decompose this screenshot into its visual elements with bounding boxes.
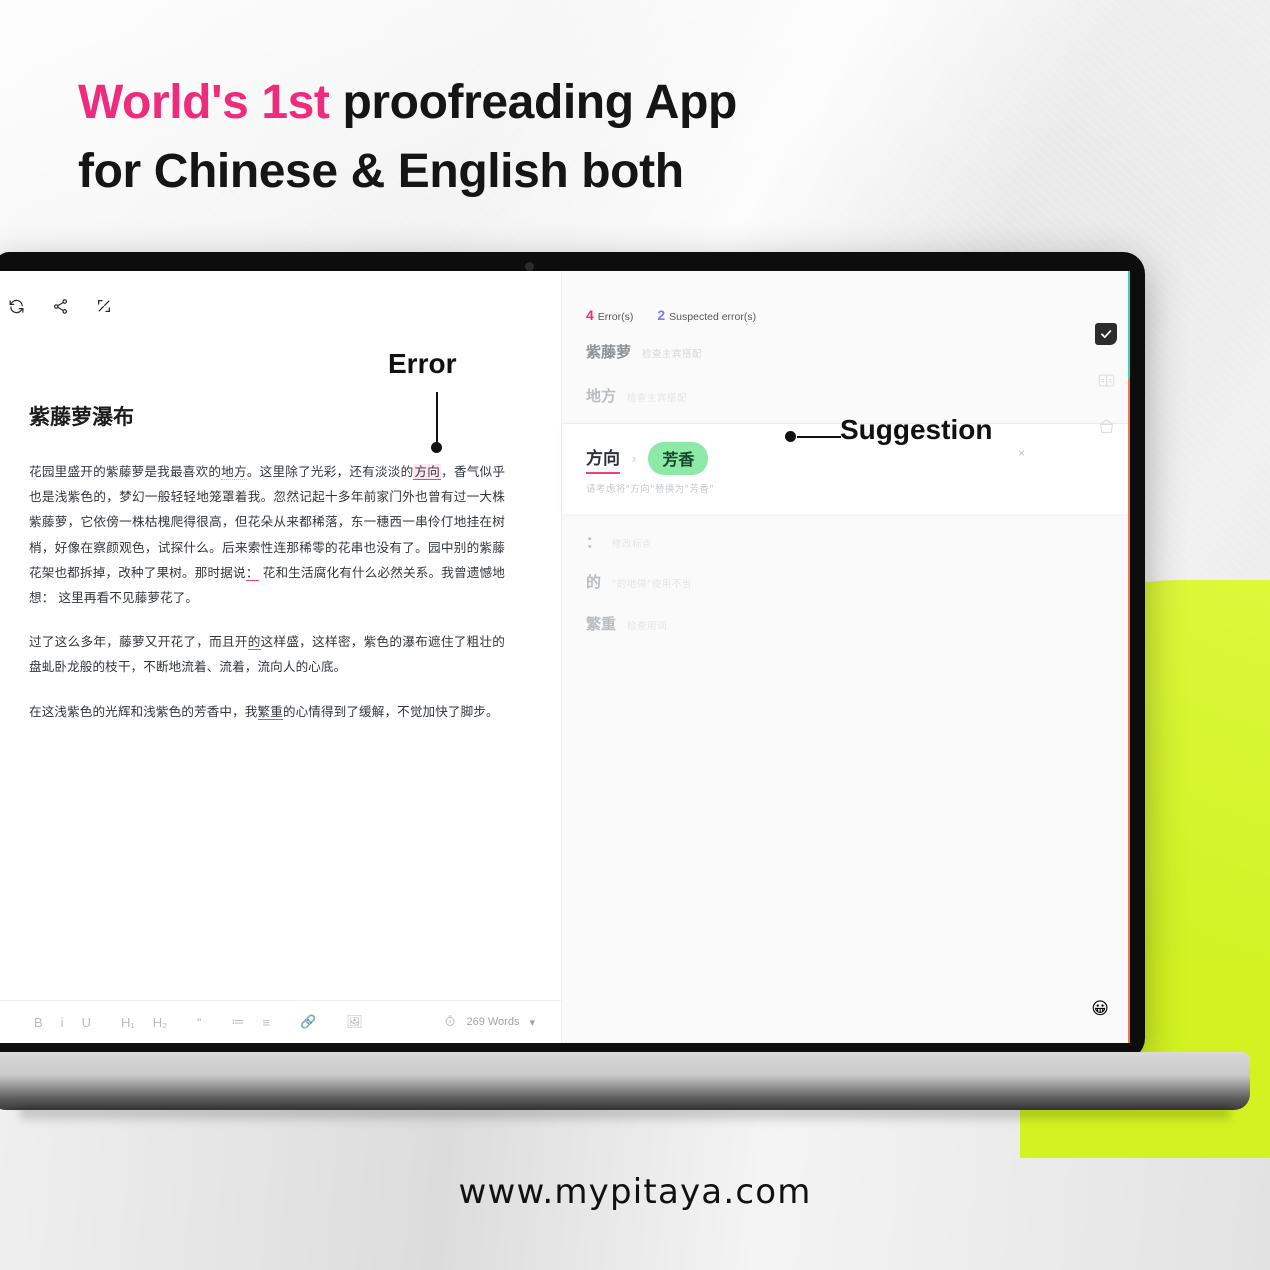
share-icon[interactable] [47,293,73,319]
laptop-base [0,1052,1250,1110]
suspected-count: 2 Suspected error(s) [657,307,756,323]
headline: World's 1st proofreading App for Chinese… [78,68,858,206]
document-title: 紫藤萝瀑布 [29,405,134,429]
headline-line-2: for Chinese & English both [78,145,684,199]
bold-button[interactable]: B [25,1011,52,1033]
error-count: 4 Error(s) [586,307,633,323]
emoji-feedback-icon[interactable]: 😀 [1091,999,1109,1019]
text-run: 花园里盛开的紫藤萝是我最喜欢的 [29,464,222,479]
chevron-right-icon: › [632,451,637,466]
text-run: 。这里除了光彩，还有淡淡的 [246,464,414,479]
chevron-down-icon[interactable]: ▾ [529,1016,535,1029]
close-icon[interactable]: × [1018,446,1025,460]
format-toolbar: Bi U H₁ H₂ “ ≔ ≡ 🔗 🖼 [25,1011,372,1033]
compare-split-icon[interactable] [1095,369,1117,391]
original-word: 方向 [586,444,620,474]
issue-desc: 检查主宾搭配 [642,349,703,360]
callout-suggestion-line [797,436,841,438]
issue-word: ： [586,533,602,551]
italic-button[interactable]: i [52,1011,73,1033]
issue-item[interactable]: 的 "的地得"使用不当 [586,571,692,592]
callout-error: Error [388,348,457,453]
error-count-number: 4 [586,307,594,323]
ordered-list-button[interactable]: ≔ [223,1011,254,1033]
quote-button[interactable]: “ [188,1011,210,1033]
error-underline[interactable]: ： [245,564,259,581]
underline-button[interactable]: U [73,1011,100,1033]
suspected-count-label: Suspected error(s) [669,311,757,323]
error-count-label: Error(s) [597,311,634,323]
suggestion-chip[interactable]: 芳香 [648,442,709,475]
callout-error-dot [431,442,442,453]
editor-bottom-toolbar: Bi U H₁ H₂ “ ≔ ≡ 🔗 🖼 269 Words ▾ [0,1000,561,1043]
callout-suggestion-dot [785,431,796,442]
heading2-button[interactable]: H₂ [144,1011,176,1033]
issue-desc: "的地得"使用不当 [612,579,692,590]
issue-word: 地方 [586,387,617,405]
issue-word: 的 [586,573,602,591]
callout-suggestion-label: Suggestion [840,414,993,445]
suggestion-row: 方向 › 芳香 [586,442,709,475]
issue-desc: 修改标点 [612,539,653,550]
laptop-shadow [20,1108,1230,1124]
headline-line-1-rest: proofreading App [329,76,737,129]
callout-error-line [436,392,438,447]
document-paragraph: 过了这么多年，藤萝又开花了，而且开的这样盛，这样密，紫色的瀑布遮住了粗壮的盘虬卧… [29,629,505,679]
trash-basket-icon[interactable] [1095,415,1117,437]
issue-item[interactable]: 地方 检查主宾搭配 [586,385,687,406]
webcam-icon [525,262,534,271]
text-run: ，香气似乎也是浅紫色的，梦幻一般轻轻地笼罩着我。忽然记起十多年前家门外也曾有过一… [29,464,506,580]
issue-counts: 4 Error(s) 2 Suspected error(s) [586,307,756,323]
text-run: 过了这么多年，藤萝又开花了，而且开 [29,634,248,650]
sync-icon[interactable] [3,293,29,319]
issue-word: 紫藤萝 [586,343,632,361]
document-paragraphs: 花园里盛开的紫藤萝是我最喜欢的地方。这里除了光彩，还有淡淡的方向，香气似乎也是浅… [29,459,505,724]
issue-item[interactable]: 紫藤萝 检查主宾搭配 [586,341,702,362]
headline-highlight: World's 1st [78,76,330,129]
editor-top-toolbar [3,293,117,319]
check-badge-icon[interactable] [1095,323,1117,345]
laptop-mockup: 紫藤萝瀑布 花园里盛开的紫藤萝是我最喜欢的地方。这里除了光彩，还有淡淡的方向，香… [0,252,1270,1132]
suspected-underline[interactable]: 地方 [221,464,247,480]
unordered-list-button[interactable]: ≡ [254,1011,280,1033]
error-underline[interactable]: 繁重 [257,703,283,720]
suspected-count-number: 2 [657,307,666,323]
word-count-label: 269 Words [466,1016,520,1028]
text-run: 在这浅紫色的光辉和浅紫色的芳香中，我 [29,703,258,719]
text-run: 的心情得到了缓解，不觉加快了脚步。 [282,703,499,719]
issue-desc: 检查主宾搭配 [627,393,688,404]
timer-icon [444,1015,456,1030]
image-button[interactable]: 🖼 [337,1011,372,1033]
issue-word: 繁重 [586,615,617,633]
proofread-panel: 4 Error(s) 2 Suspected error(s) 紫藤萝 检查主宾搭配… [561,271,1130,1043]
heading1-button[interactable]: H₁ [112,1011,144,1033]
suggestion-hint: 请考虑将"方向"替换为"芳香" [586,484,714,495]
error-underline[interactable]: 的 [247,634,261,651]
headline-line-1: World's 1st proofreading App [78,68,858,137]
panel-icon-rail [1095,323,1117,437]
error-highlight[interactable]: 方向 [413,464,442,480]
laptop-screen-bezel: 紫藤萝瀑布 花园里盛开的紫藤萝是我最喜欢的地方。这里除了光彩，还有淡淡的方向，香… [0,252,1145,1060]
callout-error-label: Error [388,348,457,379]
document-paragraph: 在这浅紫色的光辉和浅紫色的芳香中，我繁重的心情得到了缓解，不觉加快了脚步。 [29,699,505,724]
link-button[interactable]: 🔗 [291,1011,325,1033]
fullscreen-icon[interactable] [91,293,117,319]
app-screen: 紫藤萝瀑布 花园里盛开的紫藤萝是我最喜欢的地方。这里除了光彩，还有淡淡的方向，香… [0,271,1130,1043]
issue-desc: 检查用词 [627,621,668,632]
issue-item[interactable]: 繁重 检查用词 [586,613,667,634]
panel-scroll-indicator[interactable] [1128,271,1130,1043]
website-url: www.mypitaya.com [458,1172,812,1212]
issue-item[interactable]: ： 修改标点 [586,531,652,552]
editor-pane: 紫藤萝瀑布 花园里盛开的紫藤萝是我最喜欢的地方。这里除了光彩，还有淡淡的方向，香… [0,271,561,1043]
document-paragraph: 花园里盛开的紫藤萝是我最喜欢的地方。这里除了光彩，还有淡淡的方向，香气似乎也是浅… [29,459,505,610]
word-count-status[interactable]: 269 Words ▾ [444,1015,535,1030]
